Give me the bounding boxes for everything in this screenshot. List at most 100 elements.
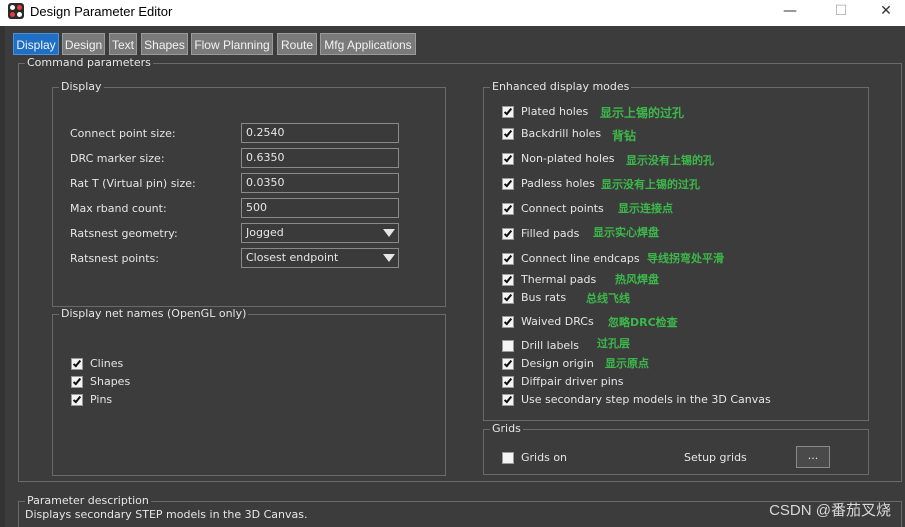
ratsnest-geometry-value: Jogged [246,226,284,239]
check-icon [503,316,513,326]
thermal-pads-label: Thermal pads [521,273,597,286]
bus-rats-checkbox[interactable] [502,292,514,304]
ratsnest-points-select[interactable]: Closest endpoint [241,248,399,268]
tab-design[interactable]: Design [62,33,105,55]
tab-text[interactable]: Text [109,33,137,55]
grids-on-checkbox[interactable] [502,452,514,464]
backdrill-holes-checkbox[interactable] [502,128,514,140]
tab-mfg-applications[interactable]: Mfg Applications [320,33,416,55]
check-icon [503,228,513,238]
check-icon [503,253,513,263]
padless-holes-label: Padless holes [521,177,595,190]
grids-group-title: Grids [490,422,523,435]
tab-flow-planning[interactable]: Flow Planning [191,33,273,55]
rat-t-size-input[interactable]: 0.0350 [241,173,399,193]
clines-label: Clines [90,357,124,370]
watermark: CSDN @番茄叉烧 [769,502,891,519]
design-origin-note: 显示原点 [605,357,649,370]
close-button[interactable]: ✕ [863,0,905,24]
setup-grids-button[interactable]: ... [796,446,830,468]
bus-rats-label: Bus rats [521,291,567,304]
check-icon [503,178,513,188]
diffpair-driver-pins-label: Diffpair driver pins [521,375,624,388]
ratsnest-geometry-select[interactable]: Jogged [241,223,399,243]
pins-label: Pins [90,393,113,406]
command-parameters-title: Command parameters [25,56,153,69]
drc-marker-size-input[interactable]: 0.6350 [241,148,399,168]
non-plated-holes-label: Non-plated holes [521,152,615,165]
waived-drcs-label: Waived DRCs [521,315,594,328]
connect-point-size-label: Connect point size: [70,127,176,140]
plated-holes-checkbox[interactable] [502,106,514,118]
check-icon [503,106,513,116]
max-rband-count-input[interactable]: 500 [241,198,399,218]
drill-labels-label: Drill labels [521,339,579,352]
tab-shapes[interactable]: Shapes [141,33,188,55]
display-group-title: Display [59,80,104,93]
check-icon [503,153,513,163]
thermal-pads-note: 热风焊盘 [615,273,659,286]
check-icon [72,376,82,386]
connect-point-size-input[interactable]: 0.2540 [241,123,399,143]
drc-marker-size-label: DRC marker size: [70,152,165,165]
connect-points-label: Connect points [521,202,604,215]
title-bar: Design Parameter Editor — ☐ ✕ [0,0,905,26]
drill-labels-note: 过孔层 [597,337,630,350]
tab-display[interactable]: Display [13,33,59,55]
thermal-pads-checkbox[interactable] [502,274,514,286]
shapes-checkbox[interactable] [71,376,83,388]
check-icon [503,394,513,404]
chevron-down-icon[interactable] [383,229,395,237]
clines-checkbox[interactable] [71,358,83,370]
parameter-description-text: Displays secondary STEP models in the 3D… [25,508,308,521]
connect-line-endcaps-checkbox[interactable] [502,253,514,265]
connect-line-endcaps-note: 导线拐弯处平滑 [647,252,724,265]
connect-line-endcaps-label: Connect line endcaps [521,252,640,265]
rat-t-size-label: Rat T (Virtual pin) size: [70,177,196,190]
enhanced-display-title: Enhanced display modes [490,80,632,93]
display-group: Display [52,80,446,307]
filled-pads-checkbox[interactable] [502,228,514,240]
check-icon [503,358,513,368]
check-icon [503,376,513,386]
non-plated-holes-note: 显示没有上锡的孔 [626,154,714,167]
filled-pads-label: Filled pads [521,227,580,240]
maximize-button[interactable]: ☐ [818,0,864,24]
ratsnest-points-value: Closest endpoint [246,251,339,264]
net-names-group-title: Display net names (OpenGL only) [59,307,249,320]
design-origin-label: Design origin [521,357,594,370]
window-title: Design Parameter Editor [30,4,173,19]
pins-checkbox[interactable] [71,394,83,406]
check-icon [72,394,82,404]
left-edge [0,26,5,527]
connect-points-checkbox[interactable] [502,203,514,215]
padless-holes-checkbox[interactable] [502,178,514,190]
chevron-down-icon[interactable] [383,254,395,262]
connect-points-note: 显示连接点 [618,202,673,215]
check-icon [503,274,513,284]
setup-grids-label: Setup grids [684,451,747,464]
tab-route[interactable]: Route [277,33,317,55]
check-icon [503,292,513,302]
check-icon [503,128,513,138]
backdrill-holes-label: Backdrill holes [521,127,602,140]
grids-on-label: Grids on [521,451,568,464]
app-icon [8,3,24,19]
minimize-button[interactable]: — [767,0,813,24]
max-rband-count-label: Max rband count: [70,202,167,215]
parameter-description-title: Parameter description [25,494,151,507]
drill-labels-checkbox[interactable] [502,340,514,352]
ratsnest-geometry-label: Ratsnest geometry: [70,227,178,240]
non-plated-holes-checkbox[interactable] [502,153,514,165]
check-icon [503,203,513,213]
bus-rats-note: 总线飞线 [586,292,630,305]
plated-holes-label: Plated holes [521,105,589,118]
padless-holes-note: 显示没有上锡的过孔 [601,178,700,191]
diffpair-driver-pins-checkbox[interactable] [502,376,514,388]
design-origin-checkbox[interactable] [502,358,514,370]
backdrill-holes-note: 背钻 [612,129,637,143]
waived-drcs-checkbox[interactable] [502,316,514,328]
filled-pads-note: 显示实心焊盘 [593,226,659,239]
shapes-label: Shapes [90,375,131,388]
secondary-step-models-checkbox[interactable] [502,394,514,406]
